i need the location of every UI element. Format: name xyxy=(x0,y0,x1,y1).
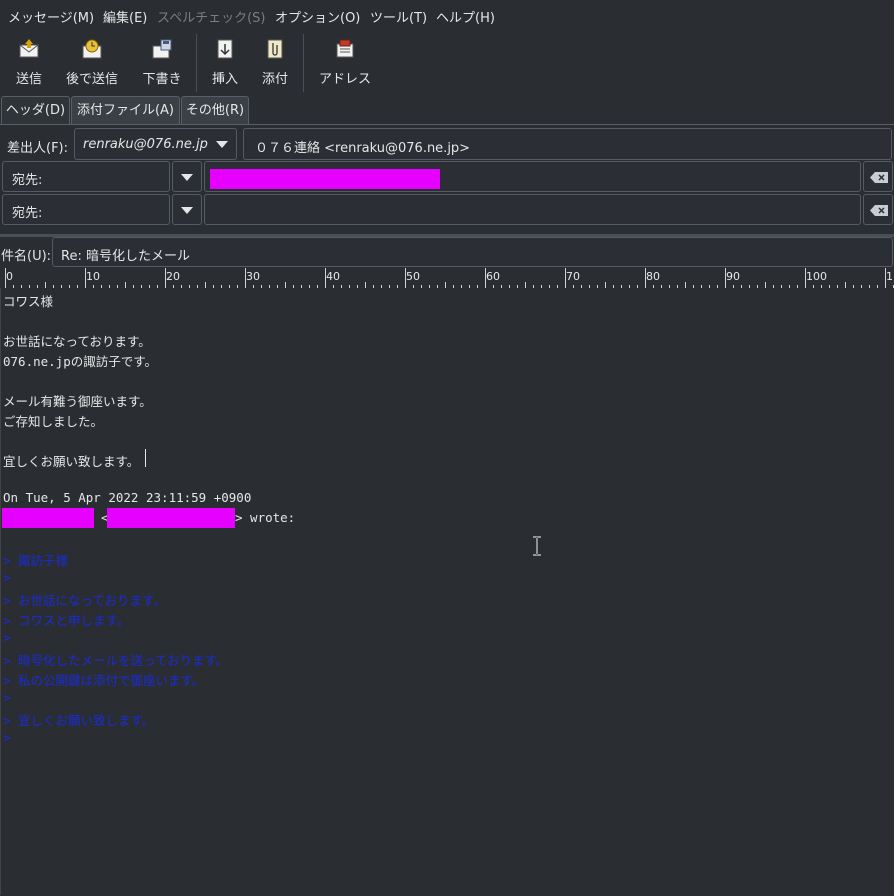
ruler-label: 50 xyxy=(406,270,420,283)
subject-field[interactable]: Re: 暗号化したメール xyxy=(52,237,893,267)
menubar: メッセージ(M) 編集(E) スペルチェック(S) オプション(O) ツール(T… xyxy=(0,0,894,30)
chevron-down-icon xyxy=(181,207,193,214)
send-button[interactable]: 送信 xyxy=(8,38,50,90)
subject-value: Re: 暗号化したメール xyxy=(61,249,190,264)
message-body-editor[interactable]: コワス様 お世話になっております。 076.ne.jpの諏訪子です。 メール有難… xyxy=(0,288,894,895)
tab-attachments[interactable]: 添付ファイル(A) xyxy=(71,96,180,124)
quoted-line: > 暗号化したメールを送っております。 xyxy=(3,653,229,668)
quoted-line: > コワスと申します。 xyxy=(3,613,130,628)
body-line: On Tue, 5 Apr 2022 23:11:59 +0900 xyxy=(3,490,252,505)
chevron-down-icon xyxy=(216,141,228,148)
menu-tools[interactable]: ツール(T) xyxy=(370,7,427,26)
quoted-line: > 諏訪子様 xyxy=(3,553,69,568)
account-value: renraku@076.ne.jp xyxy=(83,137,208,152)
redacted-name xyxy=(2,508,94,528)
quoted-line: > 私の公開鍵は添付で御座います。 xyxy=(3,673,205,688)
quoted-line: > 宜しくお願い致します。 xyxy=(3,713,155,728)
recipient-type-dropdown[interactable] xyxy=(172,161,202,192)
body-line: メール有難う御座います。 xyxy=(3,394,152,409)
ruler-label: 60 xyxy=(486,270,500,283)
recipient-type-select[interactable]: 宛先: xyxy=(2,161,170,192)
tab-header[interactable]: ヘッダ(D) xyxy=(1,96,70,124)
insert-file-icon xyxy=(217,39,233,59)
menu-spellcheck[interactable]: スペルチェック(S) xyxy=(157,7,266,26)
body-line: 宜しくお願い致します。 xyxy=(3,454,140,469)
redacted-recipient xyxy=(210,169,440,189)
recipient-input[interactable] xyxy=(204,161,861,192)
header-tabs: ヘッダ(D) 添付ファイル(A) その他(R) xyxy=(0,96,894,124)
chevron-down-icon xyxy=(181,174,193,181)
clear-recipient-button[interactable] xyxy=(863,161,893,192)
body-line: コワス様 xyxy=(3,294,54,309)
body-line: 076.ne.jpの諏訪子です。 xyxy=(3,354,157,369)
quoted-line: > お世話になっております。 xyxy=(3,593,166,608)
from-value: ０７６連絡 <renraku@076.ne.jp> xyxy=(255,141,471,156)
subject-label: 件名(U): xyxy=(1,249,52,264)
clear-recipient-button[interactable] xyxy=(863,194,893,225)
paperclip-icon xyxy=(267,39,283,59)
account-select[interactable]: renraku@076.ne.jp xyxy=(74,128,237,160)
toolbar-separator xyxy=(303,34,304,92)
i-beam-cursor-icon xyxy=(533,536,541,556)
ruler-label: 70 xyxy=(566,270,580,283)
recipient-type-value: 宛先: xyxy=(12,173,43,188)
recipient-type-dropdown[interactable] xyxy=(172,194,202,225)
draft-button[interactable]: 下書き xyxy=(140,38,184,90)
recipient-input[interactable] xyxy=(204,194,861,225)
clear-icon xyxy=(870,205,888,216)
menu-message[interactable]: メッセージ(M) xyxy=(8,7,94,26)
ruler-label: 20 xyxy=(166,270,180,283)
from-field[interactable]: ０７６連絡 <renraku@076.ne.jp> xyxy=(243,128,892,160)
address-book-button[interactable]: アドレス xyxy=(316,38,374,90)
ruler-label: 100 xyxy=(806,270,827,283)
ruler-label: 1 xyxy=(886,270,893,283)
ruler-label: 0 xyxy=(6,270,13,283)
ruler-label: 90 xyxy=(726,270,740,283)
menu-options[interactable]: オプション(O) xyxy=(275,7,360,26)
quoted-line: > xyxy=(3,690,11,705)
redacted-email xyxy=(107,508,235,528)
insert-button[interactable]: 挿入 xyxy=(208,38,242,90)
recipient-type-select[interactable]: 宛先: xyxy=(2,194,170,225)
quoted-line: > xyxy=(3,630,11,645)
from-label: 差出人(F): xyxy=(7,141,69,156)
address-book-icon xyxy=(336,39,354,58)
recipient-type-value: 宛先: xyxy=(12,206,43,221)
quoted-line: > xyxy=(3,730,11,745)
attach-button[interactable]: 添付 xyxy=(258,38,292,90)
body-line: ご存知しました。 xyxy=(3,414,104,429)
quoted-line: > xyxy=(3,570,11,585)
menu-help[interactable]: ヘルプ(H) xyxy=(436,7,495,26)
toolbar-separator xyxy=(196,34,197,92)
ruler: 0 10 20 30 40 50 60 70 80 90 100 1 xyxy=(0,268,894,289)
ruler-label: 80 xyxy=(646,270,660,283)
tab-other[interactable]: その他(R) xyxy=(181,96,249,124)
menu-edit[interactable]: 編集(E) xyxy=(103,7,147,26)
draft-icon xyxy=(152,39,172,59)
toolbar: 送信 後で送信 下書き 挿入 添付 アドレス xyxy=(0,30,894,94)
header-panel: 差出人(F): renraku@076.ne.jp ０７６連絡 <renraku… xyxy=(0,124,894,235)
ruler-label: 30 xyxy=(246,270,260,283)
text-cursor xyxy=(145,449,146,467)
body-line: お世話になっております。 xyxy=(3,334,151,349)
ruler-label: 40 xyxy=(326,270,340,283)
ruler-ticks xyxy=(5,268,894,288)
clear-icon xyxy=(870,172,888,183)
send-later-icon xyxy=(82,39,102,59)
send-icon xyxy=(19,39,39,58)
ruler-label: 10 xyxy=(86,270,100,283)
send-later-button[interactable]: 後で送信 xyxy=(64,38,120,90)
body-line: > wrote: xyxy=(235,510,296,525)
